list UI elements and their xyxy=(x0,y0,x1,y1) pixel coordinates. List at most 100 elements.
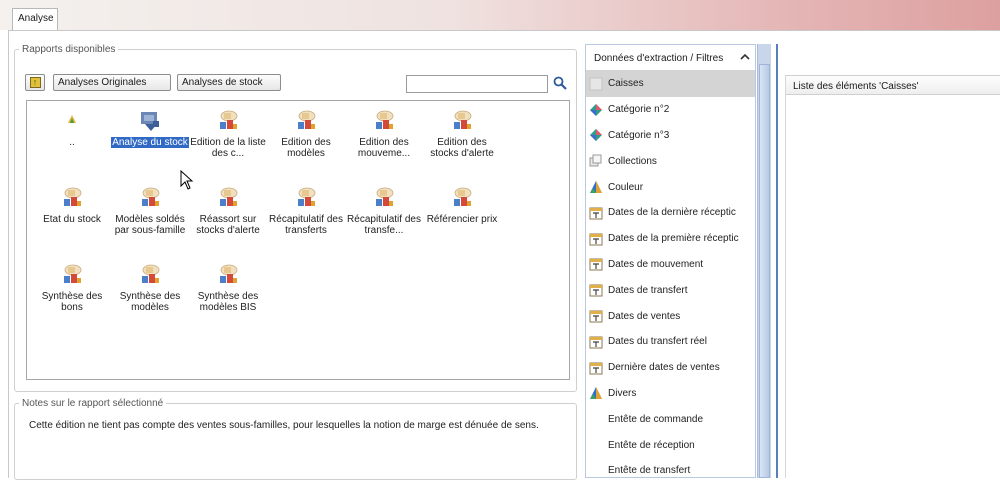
triangle-icon xyxy=(590,181,602,194)
filter-item-label: Couleur xyxy=(608,181,644,193)
filter-item-label: Catégorie n°2 xyxy=(608,104,670,116)
chevron-up-icon[interactable] xyxy=(739,51,751,63)
report-item[interactable]: Réassort sur stocks d'alerte xyxy=(189,186,267,236)
filter-item[interactable]: Couleur xyxy=(586,174,755,200)
filter-item-label: Dates de mouvement xyxy=(608,258,704,270)
report-item-label: Edition des stocks d'alerte xyxy=(430,137,494,159)
filter-item[interactable]: Catégorie n°3 xyxy=(586,123,755,149)
filter-item-label: Entête de transfert xyxy=(608,465,691,477)
report-item[interactable]: .. xyxy=(33,109,111,148)
report-item[interactable]: Edition des mouveme... xyxy=(345,109,423,159)
report-item-label: Récapitulatif des transfe... xyxy=(347,214,421,236)
rapports-legend: Rapports disponibles xyxy=(22,44,116,55)
filter-item-label: Entête de commande xyxy=(608,413,704,425)
list-header[interactable]: Liste des éléments 'Caisses' xyxy=(786,75,1000,95)
notes-text: Cette édition ne tient pas compte des ve… xyxy=(29,420,539,431)
report-item-label: Edition des modèles xyxy=(281,137,331,159)
report-item-label: .. xyxy=(69,137,75,148)
collection-icon xyxy=(589,154,602,167)
search-input[interactable] xyxy=(406,75,548,93)
report-item[interactable]: Analyse du stock xyxy=(111,109,189,148)
report-icon xyxy=(64,187,82,206)
report-item-label: Récapitulatif des transferts xyxy=(269,214,343,236)
diamond-icon xyxy=(590,129,602,142)
report-item[interactable]: Synthèse des bons xyxy=(33,263,111,313)
filters-panel: Données d'extraction / Filtres Caisses Ca… xyxy=(585,44,756,478)
report-item[interactable]: Edition de la liste des c... xyxy=(189,109,267,159)
report-item-label: Réassort sur stocks d'alerte xyxy=(196,214,260,236)
up-folder-icon xyxy=(68,115,76,123)
filter-item-label: Dates de la dernière réceptic xyxy=(608,207,736,219)
notes-legend: Notes sur le rapport sélectionné xyxy=(22,398,164,409)
tab-analyse[interactable]: Analyse xyxy=(12,8,58,30)
report-grid: .. Analyse du stock Edition de la liste de… xyxy=(26,100,570,380)
splitter-line xyxy=(776,44,778,478)
filter-item[interactable]: Divers xyxy=(586,381,755,407)
blank-icon xyxy=(589,77,603,91)
filter-item-label: Entête de réception xyxy=(608,439,695,451)
calendar-icon xyxy=(589,362,603,375)
calendar-icon xyxy=(589,233,603,246)
mouse-cursor-icon xyxy=(180,170,194,190)
filter-item[interactable]: Dates du transfert réel xyxy=(586,329,755,355)
filter-item[interactable]: Collections xyxy=(586,148,755,174)
filter-item[interactable]: Catégorie n°2 xyxy=(586,97,755,123)
filter-item-label: Dates du transfert réel xyxy=(608,336,707,348)
filter-item[interactable]: Dates de ventes xyxy=(586,303,755,329)
report-icon xyxy=(64,264,82,283)
report-item[interactable]: Synthèse des modèles xyxy=(111,263,189,313)
filter-item[interactable]: Entête de réception xyxy=(586,432,755,458)
report-item-label: Synthèse des modèles xyxy=(119,291,181,313)
filters-title-text: Données d'extraction / Filtres xyxy=(594,53,724,64)
filter-item[interactable]: Dernière dates de ventes xyxy=(586,355,755,381)
filter-item[interactable]: Entête de transfert xyxy=(586,458,755,477)
report-icon xyxy=(142,187,160,206)
report-icon xyxy=(376,110,394,129)
report-item-label: Edition des mouveme... xyxy=(357,137,411,159)
filter-item[interactable]: Entête de commande xyxy=(586,406,755,432)
filter-item-label: Dates de la première réceptic xyxy=(608,233,739,245)
filter-item-label: Dernière dates de ventes xyxy=(608,362,720,374)
tab-strip: Analyse xyxy=(0,0,1000,30)
report-item[interactable]: Synthèse des modèles BIS xyxy=(189,263,267,313)
calendar-icon xyxy=(589,310,603,323)
report-icon xyxy=(142,264,160,283)
analyses-stock-button[interactable]: Analyses de stock xyxy=(177,74,281,91)
report-item[interactable]: Edition des stocks d'alerte xyxy=(423,109,501,159)
report-icon xyxy=(454,187,472,206)
calendar-icon xyxy=(589,207,603,220)
report-item[interactable]: Etat du stock xyxy=(33,186,111,225)
filter-item[interactable]: Dates de la dernière réceptic xyxy=(586,200,755,226)
report-item-label: Référencier prix xyxy=(426,214,498,225)
report-item[interactable]: Modèles soldés par sous-famille xyxy=(111,186,189,236)
filter-item[interactable]: Dates de la première réceptic xyxy=(586,226,755,252)
filter-item-label: Dates de ventes xyxy=(608,310,681,322)
calendar-icon xyxy=(589,336,603,349)
report-item[interactable]: Récapitulatif des transferts xyxy=(267,186,345,236)
filters-scrollbar[interactable] xyxy=(757,44,771,478)
filter-item-label: Catégorie n°3 xyxy=(608,129,670,141)
report-item-label: Synthèse des modèles BIS xyxy=(197,291,259,313)
filter-item-label: Caisses xyxy=(608,78,644,90)
report-item[interactable]: Edition des modèles xyxy=(267,109,345,159)
analyses-originales-button[interactable]: Analyses Originales xyxy=(53,74,171,91)
up-folder-button[interactable]: ↑ xyxy=(25,74,45,91)
up-arrow-icon: ↑ xyxy=(29,77,41,88)
search-icon[interactable] xyxy=(553,76,567,90)
filters-title: Données d'extraction / Filtres xyxy=(586,45,755,71)
report-item-label: Modèles soldés par sous-famille xyxy=(114,214,186,236)
report-item-label: Analyse du stock xyxy=(111,137,189,148)
report-item-label: Etat du stock xyxy=(43,214,101,225)
filter-item[interactable]: Caisses xyxy=(586,71,755,97)
report-icon xyxy=(220,187,238,206)
report-item[interactable]: Référencier prix xyxy=(423,186,501,225)
filter-list: Caisses Catégorie n°2 Catégorie n°3 Collect… xyxy=(586,71,755,477)
triangle-icon xyxy=(590,387,602,400)
scroll-thumb[interactable] xyxy=(759,64,770,478)
filter-item[interactable]: Dates de transfert xyxy=(586,277,755,303)
report-icon xyxy=(220,110,238,129)
filter-item-label: Dates de transfert xyxy=(608,284,688,296)
report-item[interactable]: Récapitulatif des transfe... xyxy=(345,186,423,236)
filter-item[interactable]: Dates de mouvement xyxy=(586,252,755,278)
diamond-icon xyxy=(590,103,602,116)
